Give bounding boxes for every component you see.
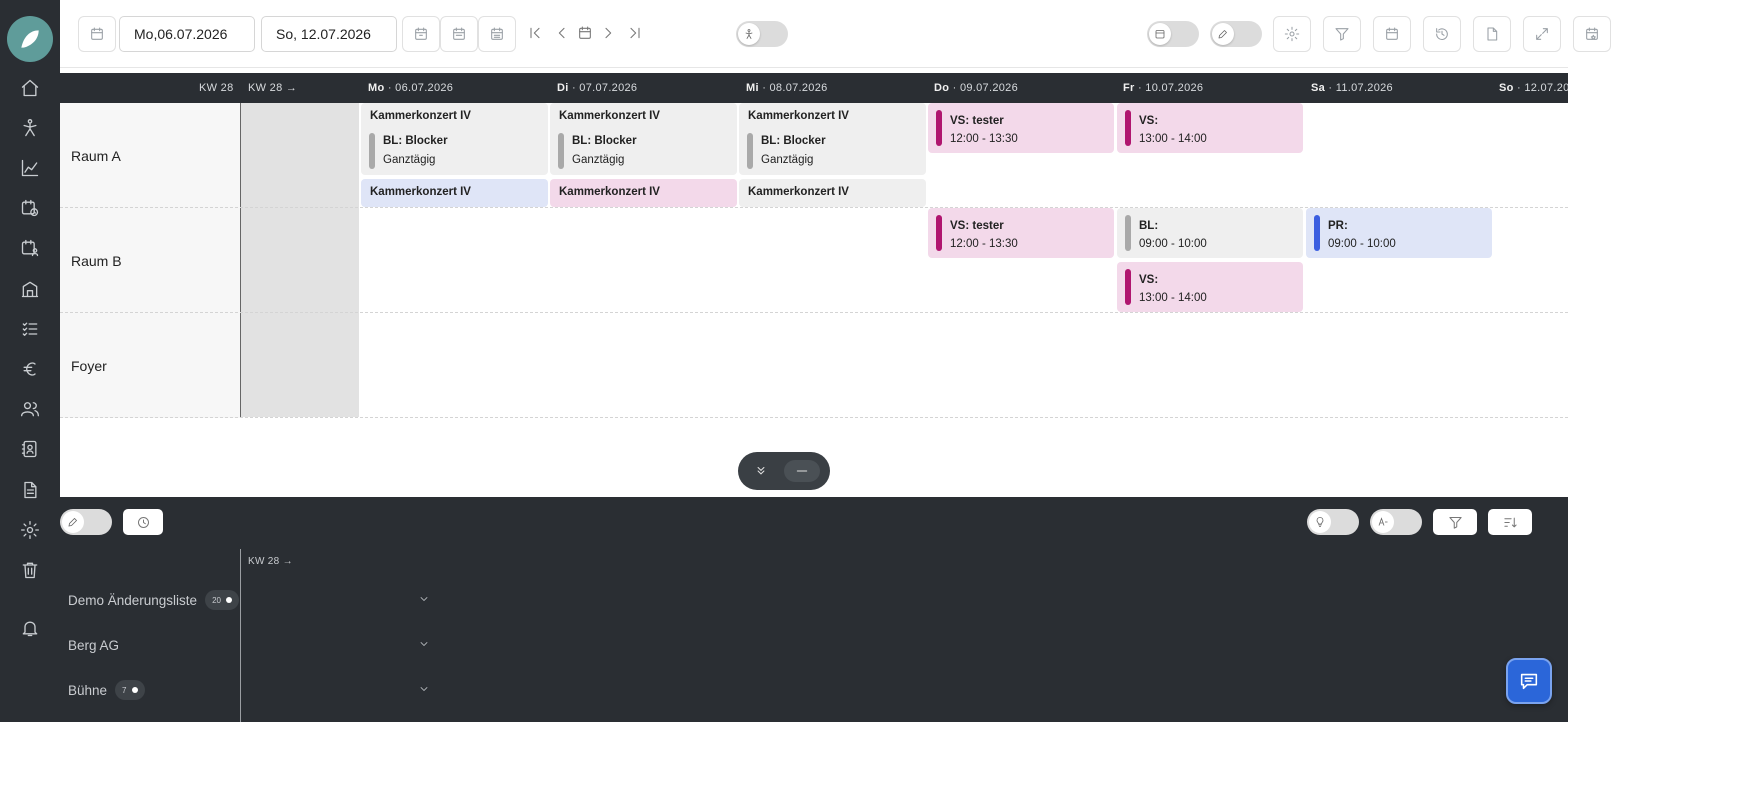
logo-icon[interactable]	[7, 16, 53, 62]
calendar-toggle[interactable]	[1147, 21, 1199, 47]
event-blocker-di[interactable]: Kammerkonzert IV BL: Blocker Ganztägig	[550, 103, 737, 175]
document-icon[interactable]	[14, 474, 46, 506]
count-badge: 7	[115, 680, 145, 700]
day-header-di: Di · 07.07.2026	[557, 82, 638, 94]
day-header-fr: Fr · 10.07.2026	[1123, 82, 1204, 94]
calendar-month-icon[interactable]	[478, 16, 516, 52]
list-item-label: Berg AG	[68, 637, 120, 653]
light-toggle[interactable]	[1307, 509, 1359, 535]
euro-icon[interactable]	[14, 353, 46, 385]
settings-icon[interactable]	[1273, 16, 1311, 52]
event-vs-tester-do-raum-a[interactable]: VS: tester 12:00 - 13:30	[928, 103, 1114, 153]
event-blocker-mi[interactable]: Kammerkonzert IV BL: Blocker Ganztägig	[739, 103, 926, 175]
day-header-so: So · 12.07.2026	[1499, 82, 1568, 94]
history-icon[interactable]	[1423, 16, 1461, 52]
row-divider	[60, 312, 1568, 313]
sort-icon[interactable]	[1488, 509, 1532, 535]
calendar-favorite-icon[interactable]	[1573, 16, 1611, 52]
text-size-icon	[1378, 517, 1388, 526]
collapse-icon[interactable]	[748, 460, 774, 482]
kw-divider	[240, 103, 241, 417]
count-badge: 20	[205, 590, 239, 610]
sort-az-toggle[interactable]	[1370, 509, 1422, 535]
event-vs-fr-raum-a[interactable]: VS: 13:00 - 14:00	[1117, 103, 1303, 153]
day-header-mo: Mo · 06.07.2026	[368, 82, 454, 94]
lower-edit-toggle[interactable]	[60, 509, 112, 535]
row-divider	[60, 417, 1568, 418]
lower-panel: KW 28 → Demo Änderungsliste 20 Berg AG B…	[60, 497, 1568, 722]
event-kammerkonzert-di[interactable]: Kammerkonzert IV	[550, 179, 737, 207]
export-icon[interactable]	[1473, 16, 1511, 52]
calendar-week-icon[interactable]	[440, 16, 478, 52]
start-date-field[interactable]: Mo,06.07.2026	[119, 16, 255, 52]
chevron-down-icon[interactable]	[418, 593, 432, 607]
contacts-icon[interactable]	[14, 433, 46, 465]
toolbar: Mo,06.07.2026 So, 12.07.2026	[60, 0, 1611, 68]
home-icon[interactable]	[14, 72, 46, 104]
lower-filter-icon[interactable]	[1433, 509, 1477, 535]
gear-icon[interactable]	[14, 514, 46, 546]
list-item-label: Bühne	[68, 682, 108, 698]
chevron-down-icon[interactable]	[418, 638, 432, 652]
list-item[interactable]: Bühne 7	[68, 675, 438, 705]
day-header-mi: Mi · 08.07.2026	[746, 82, 828, 94]
list-item-label: Demo Änderungsliste	[68, 592, 198, 608]
event-pr-sa-raum-b[interactable]: PR: 09:00 - 10:00	[1306, 208, 1492, 258]
calendar-header: KW 28 KW 28 → Mo · 06.07.2026 Di · 07.07…	[60, 73, 1568, 103]
checklist-icon[interactable]	[14, 313, 46, 345]
chart-icon[interactable]	[14, 152, 46, 184]
today-icon[interactable]	[574, 22, 596, 44]
calendar-clock-icon[interactable]	[14, 192, 46, 224]
room-label-raum-b: Raum B	[60, 208, 240, 313]
event-blocker-mo[interactable]: Kammerkonzert IV BL: Blocker Ganztägig	[361, 103, 548, 175]
chevron-down-icon[interactable]	[418, 683, 432, 697]
filter-icon[interactable]	[1323, 16, 1361, 52]
minimize-icon[interactable]	[784, 460, 820, 482]
acrobat-icon[interactable]	[14, 112, 46, 144]
trash-icon[interactable]	[14, 554, 46, 586]
clock-icon[interactable]	[123, 509, 163, 535]
bell-icon[interactable]	[14, 612, 46, 644]
kw-column	[241, 103, 359, 417]
previous-icon[interactable]	[551, 22, 573, 44]
event-kammerkonzert-mi[interactable]: Kammerkonzert IV	[739, 179, 926, 207]
chat-icon[interactable]	[1506, 658, 1552, 704]
sidebar	[0, 0, 60, 722]
kw-left-label: KW 28	[199, 82, 234, 94]
calendar-grid: KW 28 KW 28 → Mo · 06.07.2026 Di · 07.07…	[60, 73, 1568, 497]
calendar-view-icon[interactable]	[1373, 16, 1411, 52]
calendar-day-icon[interactable]	[402, 16, 440, 52]
room-label-raum-a: Raum A	[60, 103, 240, 208]
last-page-icon[interactable]	[624, 22, 646, 44]
end-date-field[interactable]: So, 12.07.2026	[261, 16, 397, 52]
first-page-icon[interactable]	[524, 22, 546, 44]
edit-toggle[interactable]	[1210, 21, 1262, 47]
acrobat-toggle[interactable]	[736, 21, 788, 47]
kw-right-label: KW 28 →	[248, 82, 298, 94]
next-icon[interactable]	[597, 22, 619, 44]
list-item[interactable]: Demo Änderungsliste 20	[68, 585, 438, 615]
expand-icon[interactable]	[1523, 16, 1561, 52]
pencil-icon	[68, 517, 78, 527]
event-vs-fr-raum-b[interactable]: VS: 13:00 - 14:00	[1117, 262, 1303, 312]
event-kammerkonzert-mo[interactable]: Kammerkonzert IV	[361, 179, 548, 207]
calendar-user-icon[interactable]	[14, 232, 46, 264]
day-header-do: Do · 09.07.2026	[934, 82, 1018, 94]
event-vs-tester-do-raum-b[interactable]: VS: tester 12:00 - 13:30	[928, 208, 1114, 258]
lightbulb-icon	[1316, 517, 1324, 527]
users-icon[interactable]	[14, 393, 46, 425]
day-header-sa: Sa · 11.07.2026	[1311, 82, 1393, 94]
list-item[interactable]: Berg AG	[68, 630, 438, 660]
app-root: Mo,06.07.2026 So, 12.07.2026 KW 28 KW 28…	[0, 0, 1742, 802]
lower-kw-label: KW 28 →	[248, 556, 293, 567]
event-bl-fr-raum-b[interactable]: BL: 09:00 - 10:00	[1117, 208, 1303, 258]
building-icon[interactable]	[14, 273, 46, 305]
calendar-icon[interactable]	[78, 16, 116, 52]
zoom-control	[738, 452, 830, 490]
room-label-foyer: Foyer	[60, 313, 240, 418]
